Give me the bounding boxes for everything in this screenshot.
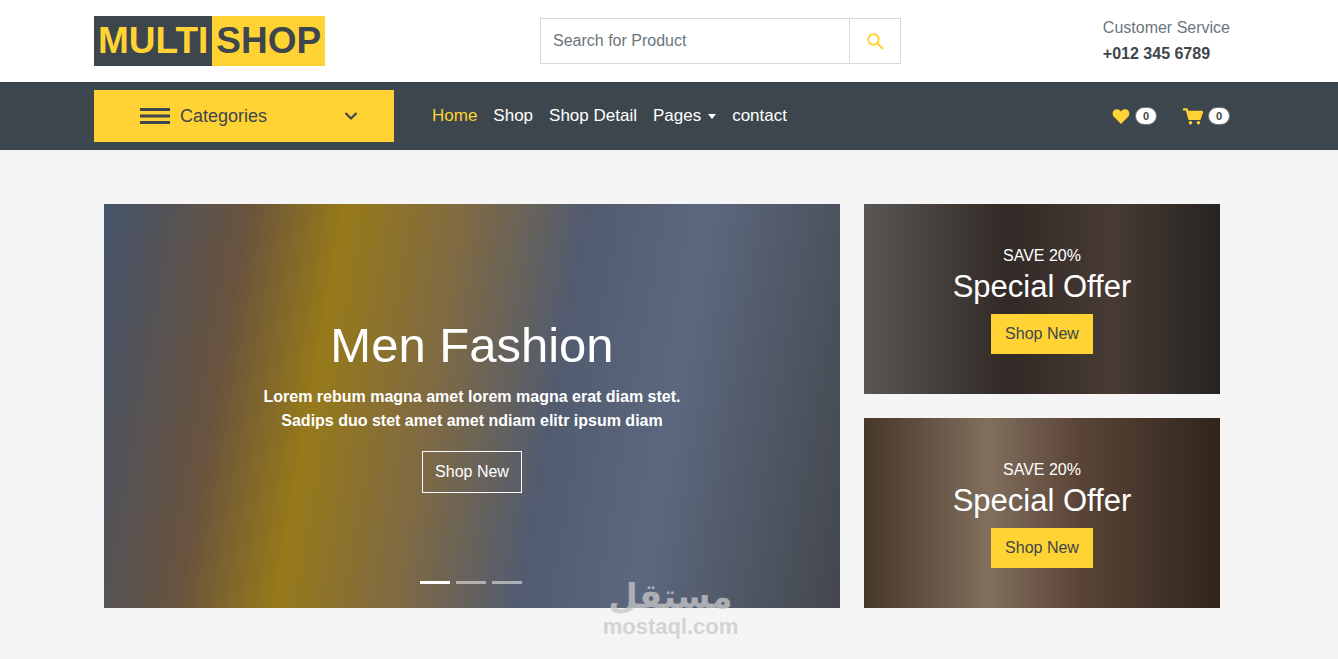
- nav-link-label: contact: [732, 103, 787, 129]
- offer-title: Special Offer: [953, 268, 1132, 305]
- chevron-down-icon: [344, 111, 358, 121]
- logo[interactable]: MULTISHOP: [94, 16, 540, 66]
- hero-section: Men Fashion Lorem rebum magna amet lorem …: [0, 150, 1338, 608]
- nav-link[interactable]: Shop Detail: [549, 103, 637, 129]
- shop-button[interactable]: Shop New: [422, 451, 522, 493]
- hero-carousel: Men Fashion Lorem rebum magna amet lorem …: [104, 204, 840, 608]
- offer-button[interactable]: Shop New: [991, 528, 1093, 568]
- offer-subtitle: SAVE 20%: [1003, 244, 1081, 268]
- offers: SAVE 20%Special OfferShop NewSAVE 20%Spe…: [864, 204, 1220, 608]
- nav-link-label: Shop Detail: [549, 103, 637, 129]
- nav-link[interactable]: contact: [732, 103, 787, 129]
- search-box: [540, 18, 901, 64]
- nav-link[interactable]: Pages: [653, 103, 716, 129]
- customer-service: Customer Service+012 345 6789: [1103, 15, 1230, 66]
- nav-links: Home Shop Shop Detail Pages contact: [432, 103, 787, 129]
- categories-label: Categories: [180, 103, 344, 130]
- cart-link[interactable]: 0: [1183, 107, 1230, 125]
- cart-icon: [1183, 108, 1203, 125]
- logo-part: SHOP: [212, 16, 325, 66]
- logo-part: MULTI: [94, 16, 212, 66]
- heart-icon: [1112, 108, 1130, 124]
- offer-card: SAVE 20%Special Offer Shop New: [864, 418, 1220, 608]
- menu-icon: [140, 108, 170, 124]
- search-button[interactable]: [849, 19, 900, 63]
- offer-card: SAVE 20%Special Offer Shop New: [864, 204, 1220, 394]
- watermark-arabic: مستقل: [588, 578, 753, 615]
- watermark: مستقلmostaql.com: [588, 578, 753, 640]
- offer-subtitle: SAVE 20%: [1003, 458, 1081, 482]
- carousel-indicator[interactable]: [492, 581, 522, 584]
- watermark-latin: mostaql.com: [588, 615, 753, 639]
- carousel-indicator[interactable]: [456, 581, 486, 584]
- offer-title: Special Offer: [953, 482, 1132, 519]
- hero-text: Lorem rebum magna amet lorem magna erat …: [252, 385, 692, 433]
- top-header: MULTISHOP Customer Service+012 345 6789: [0, 0, 1338, 82]
- nav-link-label: Home: [432, 103, 477, 129]
- nav-icons: 00: [1112, 107, 1230, 125]
- nav-link[interactable]: Shop: [493, 103, 533, 129]
- categories-button[interactable]: Categories: [94, 90, 394, 142]
- search-input[interactable]: [541, 19, 849, 63]
- cart-count: 0: [1208, 107, 1230, 125]
- carousel-indicators: [420, 581, 522, 584]
- hero-title: Men Fashion: [330, 319, 613, 373]
- wishlist-count: 0: [1135, 107, 1157, 125]
- nav-link-label: Pages: [653, 103, 701, 129]
- customer-service-label: Customer Service: [1103, 15, 1230, 41]
- carousel-indicator[interactable]: [420, 581, 450, 584]
- dropdown-caret-icon: [708, 114, 716, 119]
- nav-link-label: Shop: [493, 103, 533, 129]
- wishlist-link[interactable]: 0: [1112, 107, 1157, 125]
- offer-button[interactable]: Shop New: [991, 314, 1093, 354]
- search-icon: [866, 32, 884, 50]
- phone-number: +012 345 6789: [1103, 41, 1230, 67]
- nav-link[interactable]: Home: [432, 103, 477, 129]
- navbar: Categories Home Shop Shop Detail Pages contac…: [0, 82, 1338, 150]
